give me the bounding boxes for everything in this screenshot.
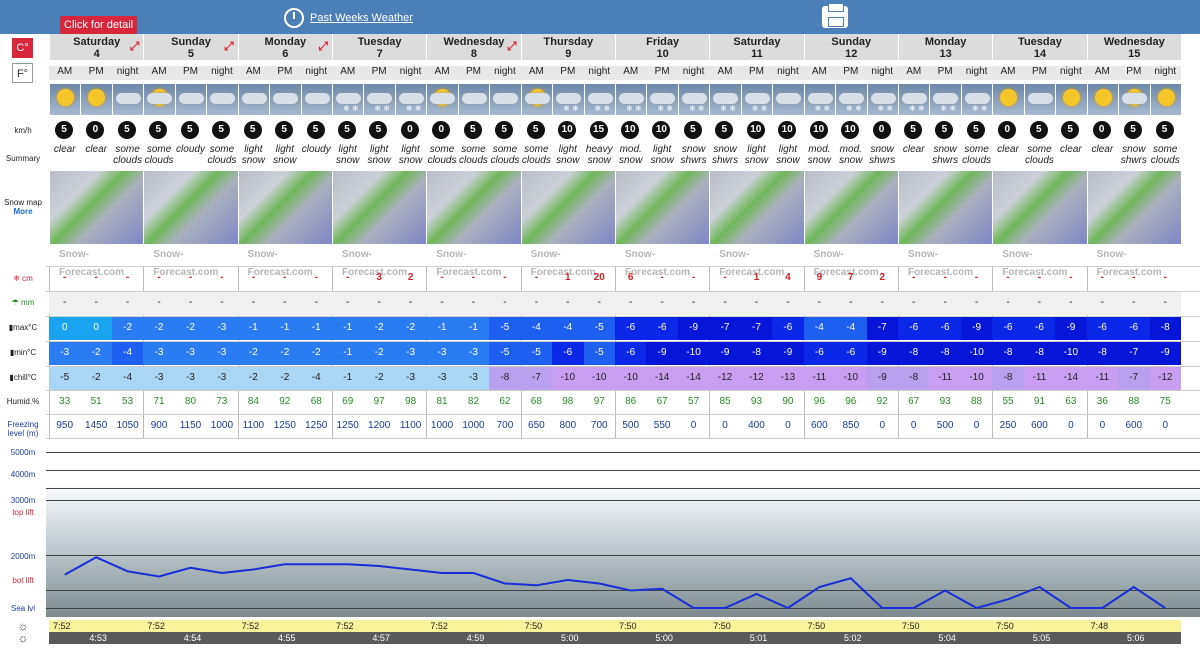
sunset-icon: ☼: [17, 631, 29, 645]
detail-tooltip: Click for detail: [60, 16, 138, 34]
freezing-level-polyline: [64, 556, 1166, 610]
freezing-level-line: [64, 556, 1166, 610]
